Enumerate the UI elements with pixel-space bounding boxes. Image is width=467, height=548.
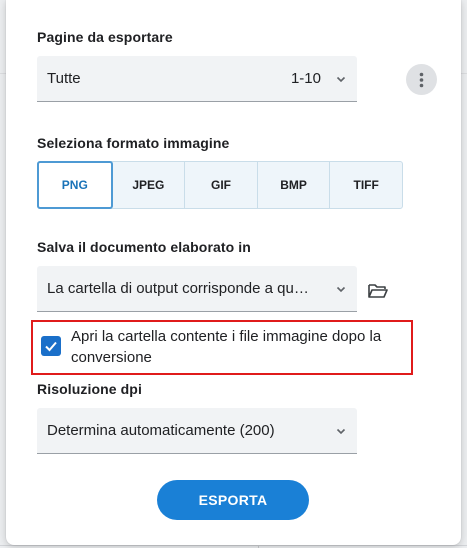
format-option-tiff[interactable]: TIFF (330, 162, 402, 208)
pages-select[interactable]: Tutte 1-10 (37, 56, 357, 102)
format-option-png[interactable]: PNG (37, 161, 113, 209)
format-segmented-control: PNG JPEG GIF BMP TIFF (37, 161, 403, 209)
resolution-value: Determina automaticamente (200) (47, 422, 275, 439)
chevron-down-icon (336, 76, 346, 83)
export-button[interactable]: ESPORTA (157, 480, 309, 520)
folder-open-icon[interactable] (367, 281, 389, 301)
format-label: Seleziona formato immagine (37, 135, 230, 151)
pages-label: Pagine da esportare (37, 29, 173, 45)
more-options-button[interactable] (406, 64, 437, 95)
chevron-down-icon (336, 286, 346, 293)
open-folder-checkbox[interactable] (41, 336, 61, 356)
resolution-select[interactable]: Determina automaticamente (200) (37, 408, 357, 454)
format-option-jpeg[interactable]: JPEG (113, 162, 186, 208)
export-images-panel: Pagine da esportare Tutte 1-10 Seleziona… (6, 0, 461, 545)
chevron-down-icon (336, 428, 346, 435)
checkmark-icon (45, 341, 57, 352)
open-folder-checkbox-label[interactable]: Apri la cartella contente i file immagin… (71, 326, 411, 368)
output-folder-select[interactable]: La cartella di output corrisponde a qu… (37, 266, 357, 312)
resolution-label: Risoluzione dpi (37, 381, 142, 397)
pages-selected-value: Tutte (47, 70, 81, 87)
pages-range: 1-10 (290, 70, 321, 87)
open-folder-option-highlight: Apri la cartella contente i file immagin… (31, 320, 413, 375)
background-divider (0, 545, 467, 546)
format-option-gif[interactable]: GIF (185, 162, 258, 208)
output-folder-value: La cartella di output corrisponde a qu… (47, 280, 309, 297)
more-vertical-icon (419, 72, 424, 88)
save-location-label: Salva il documento elaborato in (37, 239, 251, 255)
format-option-bmp[interactable]: BMP (258, 162, 331, 208)
